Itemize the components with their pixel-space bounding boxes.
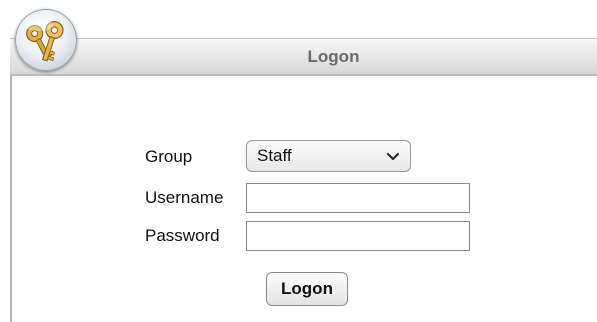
group-select[interactable]: Staff bbox=[246, 140, 411, 172]
chevron-down-icon bbox=[387, 153, 399, 160]
username-row: Username bbox=[145, 182, 245, 214]
username-input[interactable] bbox=[246, 183, 470, 213]
window-left-border bbox=[10, 38, 12, 322]
username-label: Username bbox=[145, 188, 224, 207]
logon-window: Logon Group Staff Username Password Logo… bbox=[0, 0, 597, 322]
group-label: Group bbox=[145, 147, 193, 166]
password-label: Password bbox=[145, 226, 220, 245]
group-row: Group bbox=[145, 141, 245, 173]
password-row: Password bbox=[145, 220, 245, 252]
title-bar: Logon bbox=[10, 38, 597, 76]
keys-icon bbox=[15, 9, 77, 71]
logon-button[interactable]: Logon bbox=[266, 272, 348, 306]
group-selected-value: Staff bbox=[257, 146, 292, 165]
password-input[interactable] bbox=[246, 221, 470, 251]
window-title: Logon bbox=[307, 47, 360, 66]
